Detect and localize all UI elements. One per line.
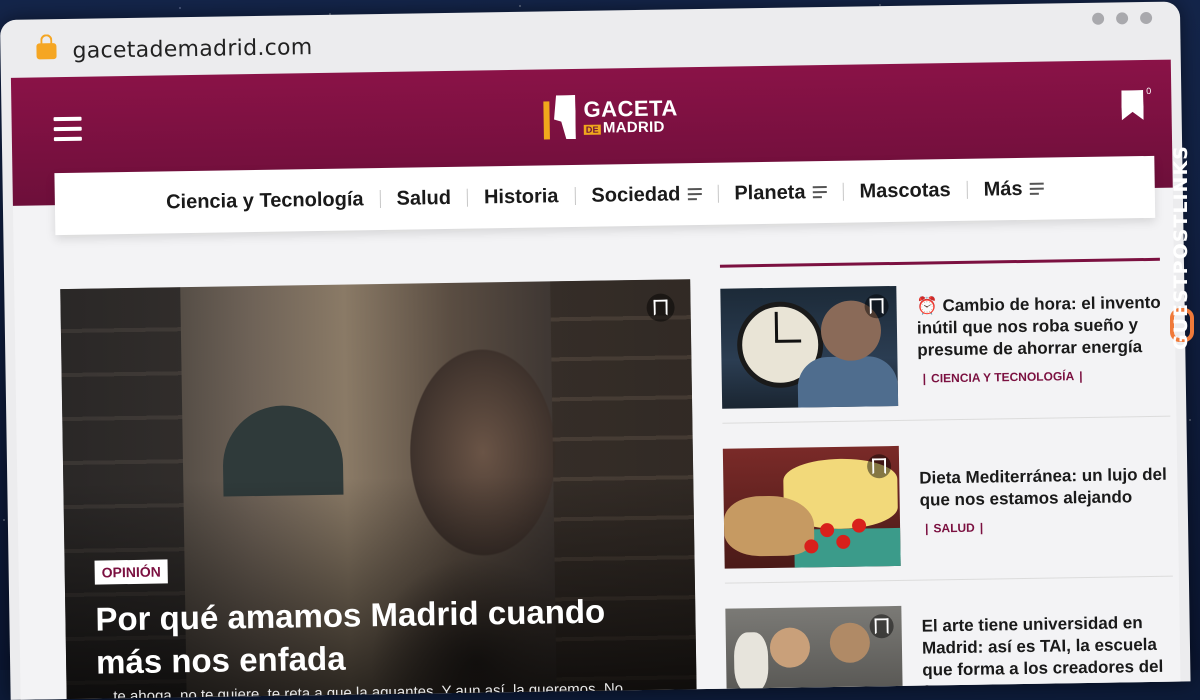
logo-de: DE <box>583 124 601 135</box>
bookmark-icon <box>872 458 886 474</box>
category-badge[interactable]: OPINIÓN <box>94 559 168 585</box>
logo-line1: GACETA <box>583 94 678 122</box>
submenu-icon <box>812 183 827 201</box>
bookmark-icon <box>869 298 883 314</box>
nav-item-mas[interactable]: Más <box>983 177 1044 201</box>
hero-title[interactable]: Por qué amamos Madrid cuando más nos enf… <box>95 590 656 685</box>
sidebar-rule <box>719 257 1160 268</box>
save-article-button[interactable] <box>869 614 894 639</box>
article-category[interactable]: CIENCIA Y TECNOLOGÍA <box>918 369 1088 386</box>
logo-line2: MADRID <box>602 118 665 137</box>
side-article[interactable]: ⏰ Cambio de hora: el invento inútil que … <box>720 282 1171 424</box>
bookmark-icon <box>1121 90 1143 120</box>
side-article[interactable]: Dieta Mediterránea: un lujo del que nos … <box>722 442 1173 584</box>
save-article-button[interactable] <box>864 294 889 319</box>
article-category[interactable]: SALUD <box>920 521 988 536</box>
article-thumbnail[interactable] <box>722 445 901 569</box>
nav-item-mascotas[interactable]: Mascotas <box>859 179 951 203</box>
hamburger-menu-icon[interactable] <box>53 116 82 142</box>
bookmark-icon <box>653 300 667 316</box>
browser-window: gacetademadrid.com GACETA DE MADRID 0 Cie… <box>0 1 1191 700</box>
url-text[interactable]: gacetademadrid.com <box>72 35 312 64</box>
bookmark-icon <box>875 618 889 634</box>
submenu-icon <box>687 185 702 203</box>
article-title[interactable]: El arte tiene universidad en Madrid: así… <box>921 612 1172 700</box>
article-title[interactable]: ⏰ Cambio de hora: el invento inútil que … <box>916 292 1167 362</box>
window-dot-icon[interactable] <box>1140 11 1153 25</box>
nav-item-ciencia[interactable]: Ciencia y Tecnología <box>166 188 364 214</box>
nav-item-salud[interactable]: Salud <box>396 186 451 210</box>
article-title[interactable]: Dieta Mediterránea: un lujo del que nos … <box>919 464 1170 512</box>
nav-item-historia[interactable]: Historia <box>484 185 559 209</box>
saved-articles-button[interactable]: 0 <box>1121 86 1151 120</box>
site: GACETA DE MADRID 0 Ciencia y Tecnología S… <box>10 59 1181 700</box>
saved-count: 0 <box>1146 85 1152 97</box>
nav-item-planeta[interactable]: Planeta <box>734 181 827 205</box>
window-controls <box>1092 11 1153 25</box>
watermark-text: GUESTPOSTLINKS <box>1170 145 1192 350</box>
nav-item-sociedad[interactable]: Sociedad <box>591 183 702 208</box>
article-thumbnail[interactable] <box>725 605 904 700</box>
watermark: GUESTPOSTLINKS <box>1168 60 1198 360</box>
logo-mark-icon <box>543 95 578 140</box>
submenu-icon <box>1029 180 1044 198</box>
side-article[interactable]: El arte tiene universidad en Madrid: así… <box>725 602 1175 700</box>
window-dot-icon[interactable] <box>1116 12 1129 25</box>
hero-article[interactable]: OPINIÓN Por qué amamos Madrid cuando más… <box>60 279 697 700</box>
window-dot-icon[interactable] <box>1092 12 1105 25</box>
article-thumbnail[interactable] <box>720 285 899 409</box>
site-logo[interactable]: GACETA DE MADRID <box>543 93 678 140</box>
lock-icon <box>36 43 57 60</box>
